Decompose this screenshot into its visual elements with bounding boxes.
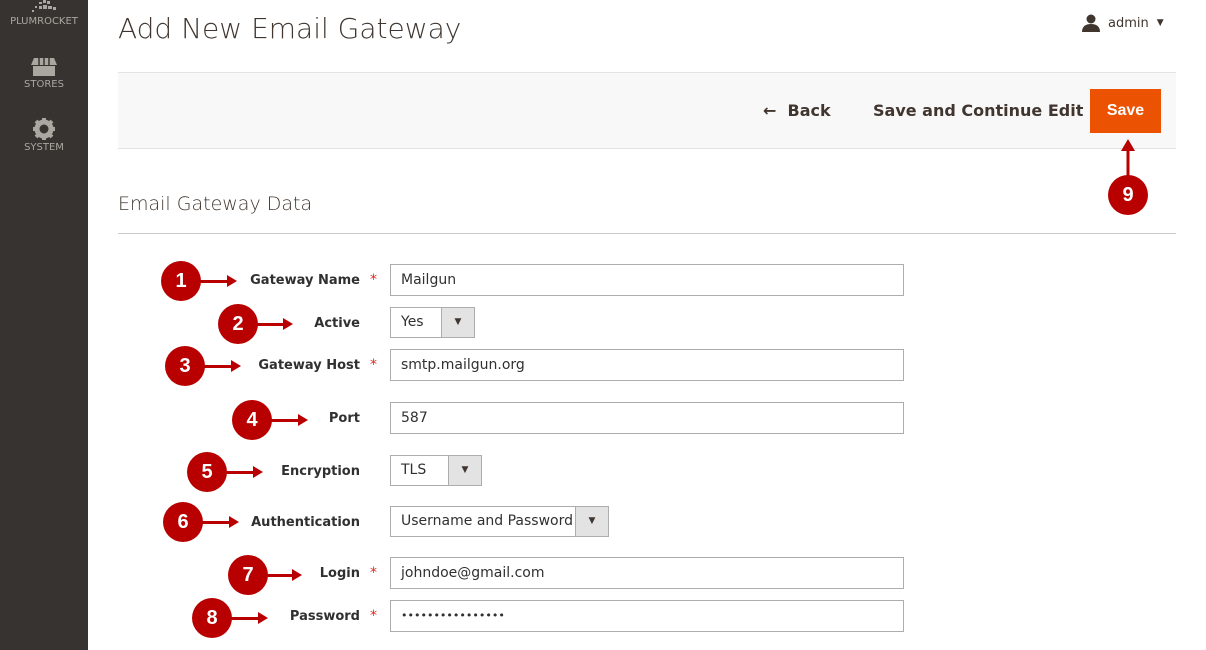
- back-label: Back: [787, 101, 831, 120]
- annotation-badge: 9: [1108, 175, 1148, 215]
- annotation-badge: 5: [187, 452, 227, 492]
- chevron-down-icon: ▼: [448, 456, 481, 485]
- save-and-continue-button[interactable]: Save and Continue Edit: [873, 101, 1083, 120]
- annotation-arrow: [230, 612, 268, 624]
- authentication-value: Username and Password: [401, 513, 573, 529]
- page-title: Add New Email Gateway: [118, 12, 462, 45]
- annotation-badge: 1: [161, 261, 201, 301]
- back-button[interactable]: ← Back: [763, 101, 831, 120]
- sidebar-item-stores[interactable]: STORES: [0, 57, 88, 90]
- annotation-arrow: [266, 569, 302, 581]
- port-input[interactable]: 587: [390, 402, 904, 434]
- login-input[interactable]: johndoe@gmail.com: [390, 557, 904, 589]
- sidebar-item-system[interactable]: SYSTEM: [0, 118, 88, 153]
- active-select[interactable]: Yes ▼: [390, 307, 475, 338]
- gateway-host-input[interactable]: smtp.mailgun.org: [390, 349, 904, 381]
- annotation-badge: 7: [228, 555, 268, 595]
- active-value: Yes: [401, 314, 424, 330]
- sidebar: PLUMROCKET STORES SYSTEM: [0, 0, 88, 650]
- required-mark: *: [370, 608, 377, 624]
- sidebar-item-label: PLUMROCKET: [10, 16, 78, 27]
- sidebar-item-plumrocket[interactable]: PLUMROCKET: [0, 0, 88, 27]
- required-mark: *: [370, 272, 377, 288]
- required-mark: *: [370, 565, 377, 581]
- annotation-badge: 4: [232, 400, 272, 440]
- username: admin: [1108, 15, 1149, 31]
- sidebar-item-label: STORES: [24, 79, 64, 90]
- admin-user-menu[interactable]: admin ▼: [1082, 14, 1164, 32]
- annotation-arrow: [1121, 139, 1135, 176]
- annotation-badge: 8: [192, 598, 232, 638]
- encryption-value: TLS: [401, 462, 427, 478]
- section-title: Email Gateway Data: [118, 193, 313, 215]
- store-icon: [31, 58, 57, 76]
- chevron-down-icon: ▼: [1156, 18, 1164, 28]
- gateway-name-input[interactable]: Mailgun: [390, 264, 904, 296]
- page-actions-bar: ← Back Save and Continue Edit Save: [118, 72, 1176, 149]
- chevron-down-icon: ▼: [575, 507, 608, 536]
- annotation-arrow: [203, 360, 241, 372]
- annotation-badge: 6: [163, 502, 203, 542]
- annotation-arrow: [201, 516, 239, 528]
- password-input[interactable]: ••••••••••••••••: [390, 600, 904, 632]
- divider: [118, 233, 1176, 234]
- arrow-left-icon: ←: [763, 101, 777, 120]
- encryption-select[interactable]: TLS ▼: [390, 455, 482, 486]
- gateway-name-label: Gateway Name: [250, 273, 360, 288]
- authentication-label: Authentication: [251, 515, 360, 530]
- save-button[interactable]: Save: [1090, 89, 1161, 133]
- required-mark: *: [370, 357, 377, 373]
- gear-icon: [33, 118, 55, 140]
- annotation-arrow: [225, 466, 263, 478]
- user-icon: [1082, 14, 1100, 32]
- annotation-arrow: [270, 414, 308, 426]
- annotation-arrow: [199, 275, 237, 287]
- annotation-badge: 2: [218, 304, 258, 344]
- plumrocket-logo-icon: [32, 0, 56, 12]
- authentication-select[interactable]: Username and Password ▼: [390, 506, 609, 537]
- annotation-badge: 3: [165, 346, 205, 386]
- chevron-down-icon: ▼: [441, 308, 474, 337]
- annotation-arrow: [256, 318, 293, 330]
- sidebar-item-label: SYSTEM: [24, 142, 64, 153]
